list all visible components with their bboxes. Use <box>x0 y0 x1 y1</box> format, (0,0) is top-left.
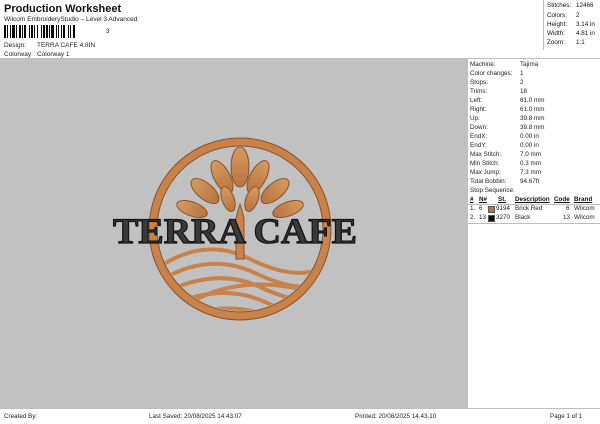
cell-brand: Wilcom <box>574 214 595 221</box>
info-label: Up: <box>470 115 480 122</box>
stat-row-width: Width: 4.81 in <box>547 30 595 37</box>
info-value: 18 <box>520 88 528 95</box>
info-label: Right: <box>470 106 487 113</box>
stat-value: 1:1 <box>576 39 585 46</box>
embroidery-design: TERRA CAFE <box>112 137 358 321</box>
info-label: Max Jump: <box>470 169 501 176</box>
cell-description: Brick Red <box>515 205 543 212</box>
info-total-bobbin: Total Bobbin: 94.67ft <box>470 178 539 185</box>
col-description: Description <box>515 196 550 203</box>
stat-value: 2 <box>576 12 580 19</box>
stop-sequence-title: Stop Sequence: <box>470 187 515 194</box>
info-label: Machine: <box>470 61 496 68</box>
info-label: Left: <box>470 97 483 104</box>
info-right: Right: 61.0 mm <box>470 106 545 113</box>
col-num: # <box>470 196 474 203</box>
cell-n: 13 <box>479 214 487 221</box>
footer-printed: Printed: 20/08/2025 14.43.10 <box>355 413 437 420</box>
stat-value: 3.14 in <box>576 21 595 28</box>
info-left: Left: 61.0 mm <box>470 97 545 104</box>
info-trims: Trims: 18 <box>470 88 527 95</box>
stat-label: Stitches: <box>547 2 572 9</box>
stat-row-colors: Colors: 2 <box>547 12 580 19</box>
info-max-stitch: Max Stitch: 7.0 mm <box>470 151 541 158</box>
info-value: Tajima <box>520 61 539 68</box>
info-endx: EndX: 0.00 in <box>470 133 539 140</box>
info-label: Max Stitch: <box>470 151 502 158</box>
stat-label: Colors: <box>547 12 567 19</box>
info-value: 7.3 mm <box>520 169 541 176</box>
info-value: 0.00 in <box>520 133 539 140</box>
info-value: 39.8 mm <box>520 115 545 122</box>
info-value: 39.8 mm <box>520 124 545 131</box>
info-up: Up: 39.8 mm <box>470 115 545 122</box>
cell-n: 6 <box>479 205 483 212</box>
design-row: Design: TERRA CAFE 4.8IN <box>4 42 95 49</box>
design-label: Design: <box>4 42 27 49</box>
stat-row-height: Height: 3.14 in <box>547 21 595 28</box>
info-color-changes: Color changes: 1 <box>470 70 524 77</box>
info-value: 61.0 mm <box>520 97 545 104</box>
info-label: EndX: <box>470 133 488 140</box>
footer-created-by: Created By: <box>4 413 38 420</box>
barcode <box>4 25 75 38</box>
info-label: Trims: <box>470 88 488 95</box>
cell-code: 13 <box>563 214 571 221</box>
info-label: Total Bobbin: <box>470 178 507 185</box>
info-value: 0.00 in <box>520 142 539 149</box>
info-label: EndY: <box>470 142 487 149</box>
info-value: 94.67ft <box>520 178 540 185</box>
info-value: 2 <box>520 79 524 86</box>
stat-value: 4.81 in <box>576 30 595 37</box>
barcode-suffix: 3 <box>106 29 110 35</box>
info-machine: Machine: Tajima <box>470 61 538 68</box>
col-brand: Brand <box>574 196 593 203</box>
cell-st: 3270 <box>496 214 511 221</box>
info-label: Down: <box>470 124 488 131</box>
color-swatch <box>488 215 495 222</box>
colorway-row: Colorway: Colorway 1 <box>4 51 70 58</box>
cell-description: Black <box>515 214 531 221</box>
cell-brand: Wilcom <box>574 205 595 212</box>
machine-info-panel: Machine: Tajima Color changes: 1 Stops: 2 T… <box>468 59 600 408</box>
stat-row-stitches: Stitches: 12466 <box>547 2 594 9</box>
info-value: 0.3 mm <box>520 160 541 167</box>
col-st: St. <box>498 196 507 203</box>
info-value: 61.0 mm <box>520 106 545 113</box>
footer-page: Page 1 of 1 <box>550 413 583 420</box>
cell-code: 6 <box>566 205 570 212</box>
info-label: Color changes: <box>470 70 513 77</box>
stat-label: Height: <box>547 21 567 28</box>
design-canvas[interactable]: TERRA CAFE <box>0 59 468 408</box>
info-min-stitch: Min Stitch: 0.3 mm <box>470 160 541 167</box>
info-value: 1 <box>520 70 524 77</box>
software-subtitle: Wilcom EmbroideryStudio – Level 3 Advanc… <box>4 16 138 23</box>
stats-panel: Stitches: 12466 Colors: 2 Height: 3.14 in W… <box>543 0 600 49</box>
info-endy: EndY: 0.00 in <box>470 142 539 149</box>
cell-st: 9194 <box>496 205 511 212</box>
info-max-jump: Max Jump: 7.3 mm <box>470 169 541 176</box>
info-down: Down: 39.8 mm <box>470 124 545 131</box>
design-value: TERRA CAFE 4.8IN <box>37 42 96 49</box>
table-bottom-divider <box>468 223 600 224</box>
design-text: TERRA CAFE <box>113 211 357 251</box>
stat-label: Zoom: <box>547 39 565 46</box>
info-value: 7.0 mm <box>520 151 541 158</box>
cell-num: 2. <box>470 214 476 221</box>
stat-row-zoom: Zoom: 1:1 <box>547 39 585 46</box>
worksheet-title: Production Worksheet <box>4 3 122 15</box>
info-label: Min Stitch: <box>470 160 500 167</box>
colorway-label: Colorway: <box>4 51 33 58</box>
info-stops: Stops: 2 <box>470 79 524 86</box>
footer: Created By: Last Saved: 20/08/2025 14.43… <box>0 409 600 424</box>
info-label: Stops: <box>470 79 488 86</box>
col-code: Code <box>554 196 570 203</box>
stat-value: 12466 <box>576 2 594 9</box>
footer-last-saved: Last Saved: 20/08/2025 14.43.07 <box>149 413 242 420</box>
color-swatch <box>488 206 495 213</box>
col-n: N# <box>479 196 488 203</box>
cell-num: 1. <box>470 205 476 212</box>
stat-label: Width: <box>547 30 565 37</box>
colorway-value: Colorway 1 <box>37 51 70 58</box>
